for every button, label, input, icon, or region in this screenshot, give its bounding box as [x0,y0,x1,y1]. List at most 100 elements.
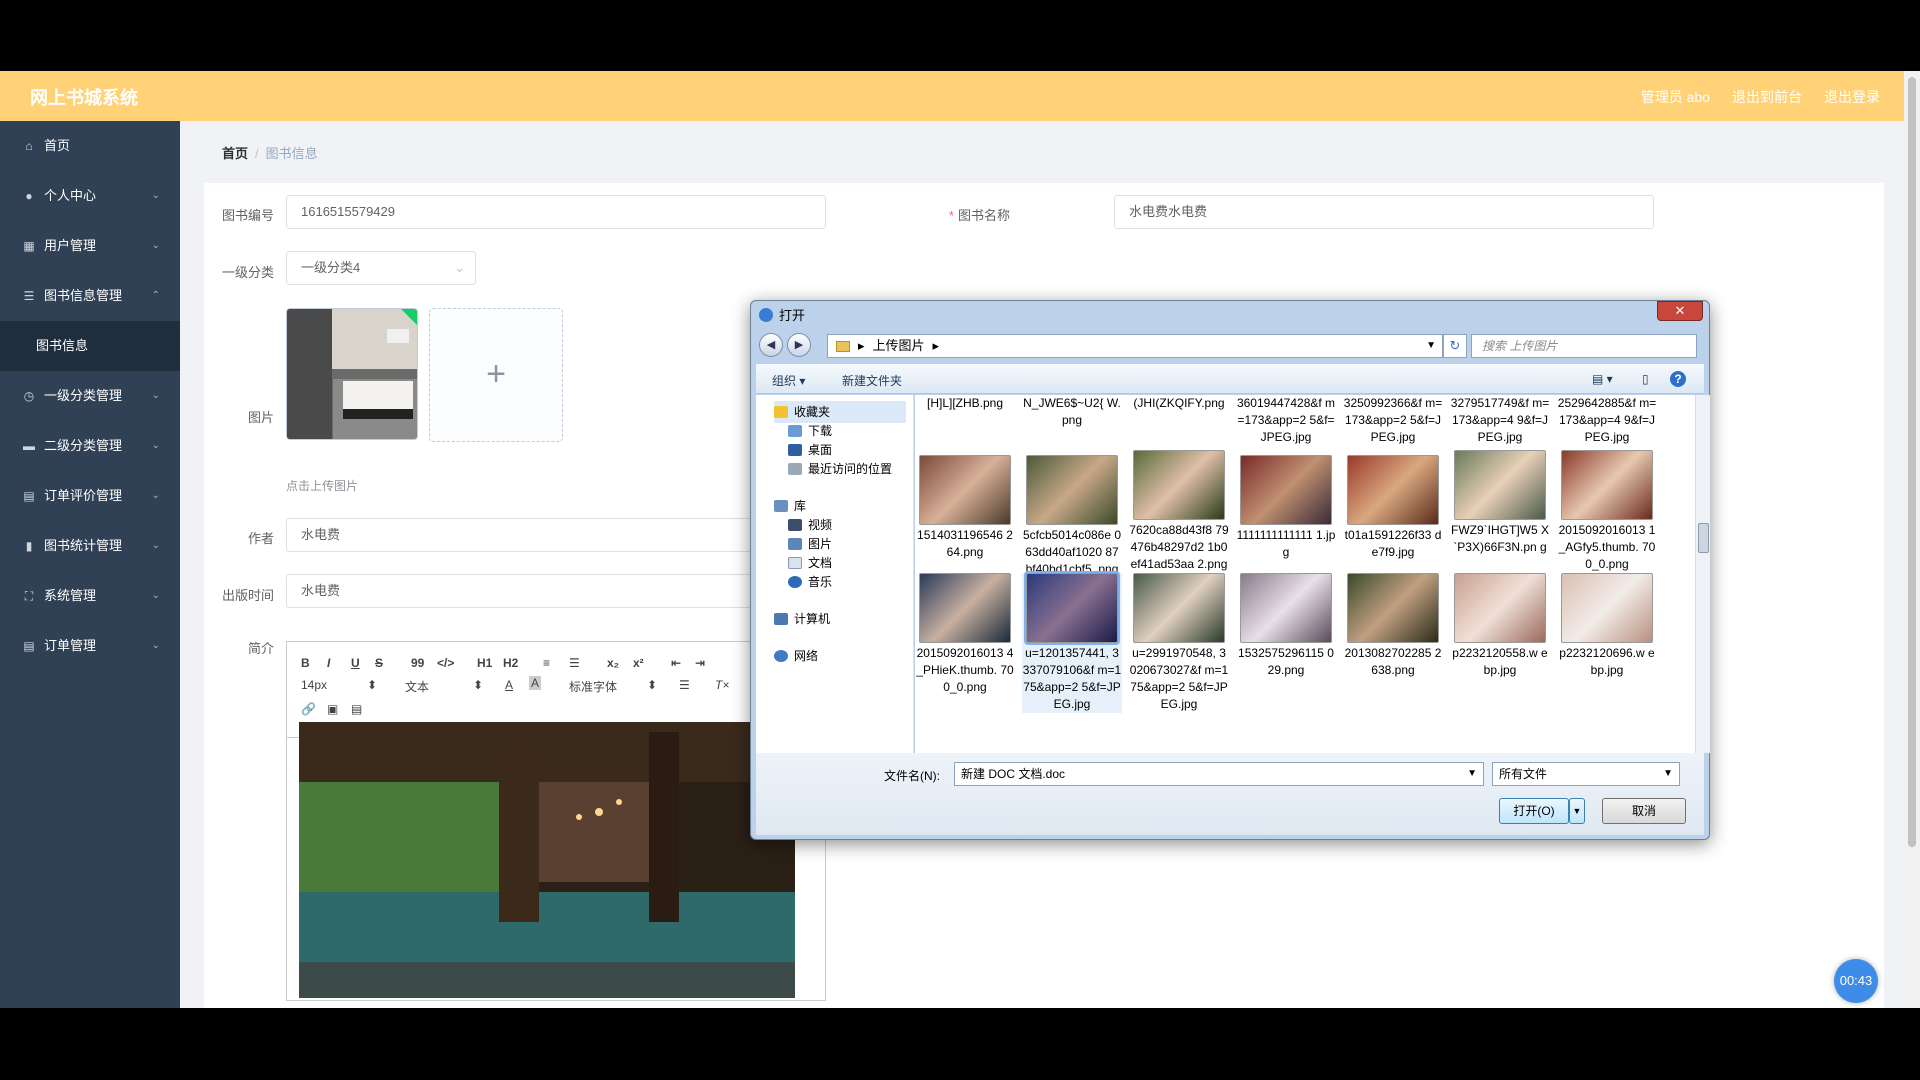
file-grid-scrollbar-thumb[interactable] [1698,523,1709,553]
outdent-button[interactable]: ⇤ [671,656,681,670]
blockquote-button[interactable]: 99 [411,656,424,670]
file-item[interactable]: p2232120696.w ebp.jpg [1557,573,1657,679]
refresh-button[interactable]: ↻ [1443,334,1467,358]
address-bar[interactable]: ▸ 上传图片 ▸ ▼ [827,334,1443,358]
sidebar-item-personal-center[interactable]: ● 个人中心 ⌄ [0,171,180,221]
dialog-search-input[interactable]: 搜索 上传图片 [1471,334,1697,358]
file-item[interactable]: t01a1591226f33 de7f9.jpg [1343,455,1443,561]
file-grid-scrollbar[interactable] [1695,395,1710,753]
file-item[interactable]: (JHI(ZKQIFY.png [1129,395,1229,412]
nav-network[interactable]: 网络 [774,645,818,667]
file-item[interactable]: [H]L][ZHB.png [915,395,1015,412]
font-color-icon[interactable]: A [505,678,513,692]
align-icon[interactable]: ☰ [679,678,690,692]
exit-to-frontend-link[interactable]: 退出到前台 [1732,87,1802,107]
folder-icon [836,340,850,352]
background-color-icon[interactable]: A [529,676,542,690]
file-thumbnail [1240,455,1332,525]
clear-format-icon[interactable]: T× [715,678,729,692]
file-item[interactable]: p2232120558.w ebp.jpg [1450,573,1550,679]
forward-button[interactable]: ▶ [787,333,811,357]
sidebar-item-level2-category[interactable]: ▬ 二级分类管理 ⌄ [0,421,180,471]
sidebar-item-user-management[interactable]: ▦ 用户管理 ⌄ [0,221,180,271]
file-item[interactable]: 1514031196546 264.png [915,455,1015,561]
chevron-down-icon[interactable]: ▼ [1467,763,1477,785]
indent-button[interactable]: ⇥ [695,656,705,670]
file-item[interactable]: 2529642885&f m=173&app=4 9&f=JPEG.jpg [1557,395,1657,446]
text-type-select[interactable]: 文本 [405,678,429,695]
bold-button[interactable]: B [301,656,310,670]
file-item[interactable]: 7620ca88d43f8 79476b48297d2 1b0ef41ad53a… [1129,450,1229,573]
close-icon: ✕ [1674,303,1686,318]
subscript-button[interactable]: x₂ [607,656,619,670]
publish-time-input[interactable]: 水电费 [286,574,826,608]
author-input[interactable]: 水电费 [286,518,826,552]
filename-input[interactable]: 新建 DOC 文档.doc ▼ [954,762,1484,786]
superscript-button[interactable]: x² [633,656,644,670]
breadcrumb-home[interactable]: 首页 [222,146,248,161]
cancel-button[interactable]: 取消 [1602,798,1686,824]
add-image-button[interactable]: + [429,308,563,442]
ordered-list-button[interactable]: ≡ [543,656,550,670]
category-select[interactable]: 一级分类4 ⌄ [286,251,476,285]
file-item[interactable]: 36019447428&f m=173&app=2 5&f=JPEG.jpg [1236,395,1336,446]
file-item[interactable]: 3250992366&f m=173&app=2 5&f=JPEG.jpg [1343,395,1443,446]
h1-button[interactable]: H1 [477,656,492,670]
back-button[interactable]: ◀ [759,333,783,357]
code-button[interactable]: </> [437,656,454,670]
nav-recent-places[interactable]: 最近访问的位置 [788,458,892,480]
file-item[interactable]: 2013082702285 2638.png [1343,573,1443,679]
uploaded-image-thumbnail[interactable] [286,308,418,440]
sidebar-item-book-statistics[interactable]: ▮ 图书统计管理 ⌄ [0,521,180,571]
file-item[interactable]: 1111111111111 1.jpg [1236,455,1336,561]
open-dropdown-button[interactable]: ▼ [1569,798,1585,824]
address-dropdown-icon[interactable]: ▼ [1426,335,1436,357]
h2-button[interactable]: H2 [503,656,518,670]
nav-computer[interactable]: 计算机 [774,608,830,630]
font-family-select[interactable]: 标准字体 [569,678,617,695]
music-icon [788,576,802,588]
preview-pane-icon[interactable]: ▯ [1642,372,1649,386]
file-item[interactable]: 3279517749&f m=173&app=4 9&f=JPEG.jpg [1450,395,1550,446]
file-item-hovered[interactable]: u=1201357441, 3337079106&f m=175&app=2 5… [1022,571,1122,713]
dialog-close-button[interactable]: ✕ [1657,301,1703,321]
file-thumbnail [1240,573,1332,643]
sidebar-item-book-info[interactable]: 图书信息 [0,321,180,371]
logout-link[interactable]: 退出登录 [1824,87,1880,107]
rich-text-editor[interactable]: B I U S 99 </> H1 H2 ≡ ☰ x₂ x² ⇤ ⇥ 14px … [286,641,826,1001]
filetype-select[interactable]: 所有文件 ▼ [1492,762,1680,786]
sidebar-item-level1-category[interactable]: ◷ 一级分类管理 ⌄ [0,371,180,421]
page-scrollbar[interactable] [1904,71,1920,1008]
sidebar-item-order-review[interactable]: ▤ 订单评价管理 ⌄ [0,471,180,521]
bullet-list-button[interactable]: ☰ [569,656,580,670]
font-size-select[interactable]: 14px [301,678,327,692]
new-folder-button[interactable]: 新建文件夹 [842,372,902,389]
file-item[interactable]: FWZ9`IHGT]W5 X`P3X)66F3N.pn g [1450,450,1550,556]
book-no-input[interactable]: 1616515579429 [286,195,826,229]
file-item[interactable]: 2015092016013 1_AGfy5.thumb. 700_0.png [1557,450,1657,573]
italic-button[interactable]: I [327,656,330,670]
sidebar-item-order-management[interactable]: ▤ 订单管理 ⌄ [0,621,180,671]
file-item[interactable]: 1532575296115 029.png [1236,573,1336,679]
link-icon[interactable]: 🔗 [301,702,316,716]
sidebar-item-system-management[interactable]: ⛶ 系统管理 ⌄ [0,571,180,621]
open-button[interactable]: 打开(O) [1499,798,1569,824]
sidebar-item-book-info-management[interactable]: ☰ 图书信息管理 ⌃ [0,271,180,321]
file-name: 7620ca88d43f8 79476b48297d2 1b0ef41ad53a… [1129,523,1229,571]
file-item[interactable]: N_JWE6$~U2{ W.png [1022,395,1122,429]
address-path[interactable]: 上传图片 [873,335,925,357]
help-icon[interactable]: ? [1670,371,1686,387]
file-item[interactable]: 5cfcb5014c086e 063dd40af1020 87bf40bd1cb… [1022,455,1122,578]
organize-button[interactable]: 组织 ▾ [772,372,805,389]
page-scrollbar-thumb[interactable] [1908,77,1916,847]
view-options-icon[interactable]: ▤ ▾ [1592,372,1613,386]
image-icon[interactable]: ▣ [327,702,338,716]
book-name-input[interactable]: 水电费水电费 [1114,195,1654,229]
strike-button[interactable]: S [375,656,383,670]
file-item[interactable]: 2015092016013 4_PHieK.thumb. 700_0.png [915,573,1015,696]
sidebar-item-home[interactable]: ⌂ 首页 [0,121,180,171]
nav-music[interactable]: 音乐 [788,571,832,593]
file-item[interactable]: u=2991970548, 3020673027&f m=175&app=2 5… [1129,573,1229,713]
video-icon[interactable]: ▤ [351,702,362,716]
underline-button[interactable]: U [351,656,360,670]
